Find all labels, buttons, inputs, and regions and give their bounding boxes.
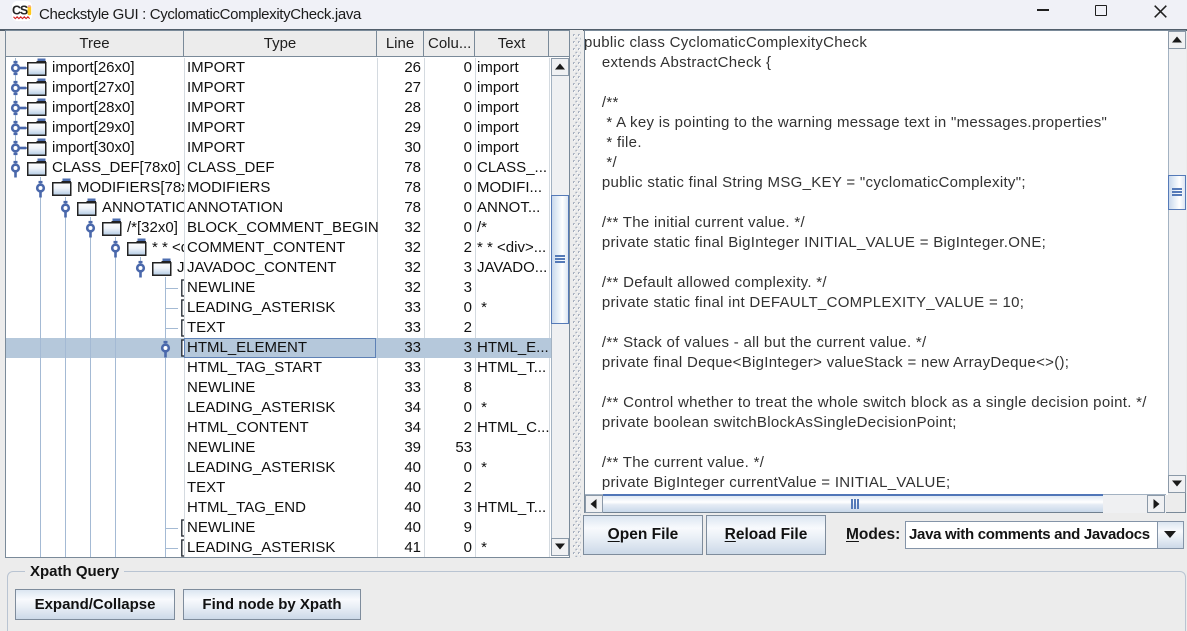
svg-text:CS: CS (12, 4, 28, 18)
